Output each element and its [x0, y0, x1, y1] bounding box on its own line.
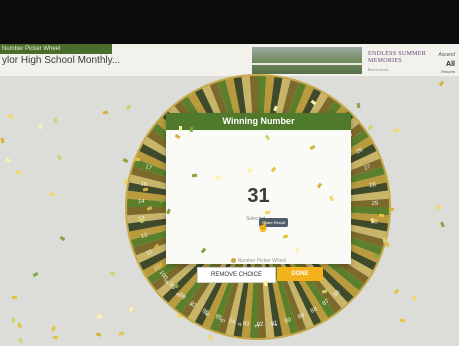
- confetti-piece: [15, 170, 22, 175]
- winning-number-dialog: Winning Number 31 Selected Share Result …: [166, 113, 351, 264]
- confetti-piece: [53, 117, 58, 124]
- wheel-number-label: 92: [257, 322, 264, 328]
- wheel-logo-icon: [230, 258, 236, 264]
- confetti-piece: [134, 157, 141, 162]
- confetti-piece: [378, 213, 385, 218]
- dialog-brand: Number Picker Wheel: [166, 258, 351, 264]
- confetti-piece: [178, 125, 183, 132]
- wheel-number-label: 29: [371, 201, 379, 207]
- hand-cursor-icon: ☝: [257, 222, 270, 233]
- wheel-number-label: 93: [242, 321, 250, 328]
- confetti-piece: [123, 178, 128, 185]
- confetti-piece: [52, 335, 59, 340]
- wheel-number-label: 14: [138, 199, 146, 205]
- confetti-piece: [12, 318, 15, 323]
- confetti-piece: [374, 254, 379, 257]
- done-button[interactable]: DONE: [277, 267, 323, 281]
- confetti-piece: [11, 295, 18, 300]
- dialog-brand-label: Number Picker Wheel: [237, 258, 287, 264]
- confetti-piece: [264, 210, 271, 215]
- dialog-title: Winning Number: [166, 113, 351, 130]
- winning-number-value: 31: [247, 185, 270, 207]
